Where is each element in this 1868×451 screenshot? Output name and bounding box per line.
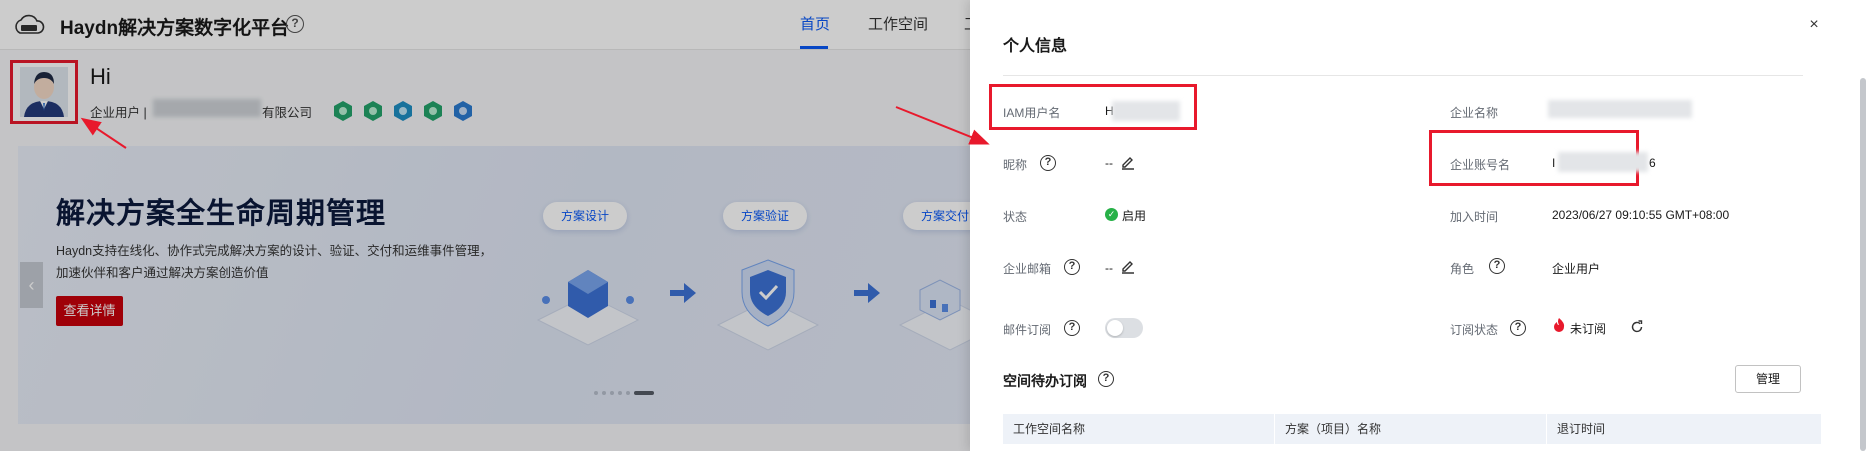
role-value: 企业用户 — [1552, 262, 1601, 276]
screen: Haydn解决方案数字化平台 ? 首页 工作空间 工 Hi 企业用户 | 有限公… — [0, 0, 1868, 451]
column-header-workspace: 工作空间名称 — [1003, 414, 1275, 444]
manage-button[interactable]: 管理 — [1735, 365, 1801, 393]
status-value: 启用 — [1122, 209, 1147, 223]
company-account-prefix: I — [1552, 156, 1556, 170]
column-header-solution: 方案（项目）名称 — [1275, 414, 1547, 444]
close-icon[interactable]: × — [1805, 16, 1823, 34]
nickname-label: 昵称 — [1003, 158, 1028, 172]
subscription-table-header: 工作空间名称 方案（项目）名称 退订时间 — [1003, 414, 1821, 444]
mail-subscription-label: 邮件订阅 — [1003, 323, 1052, 337]
subscription-status-label: 订阅状态 — [1450, 323, 1499, 337]
mail-subscription-help-icon[interactable]: ? — [1064, 320, 1080, 336]
mail-subscription-toggle[interactable] — [1105, 318, 1143, 338]
company-name-label: 企业名称 — [1450, 106, 1499, 120]
company-account-label: 企业账号名 — [1450, 158, 1511, 172]
subscription-status-help-icon[interactable]: ? — [1510, 320, 1526, 336]
iam-user-label: IAM用户名 — [1003, 106, 1061, 120]
space-subscription-help-icon[interactable]: ? — [1098, 371, 1114, 387]
role-help-icon[interactable]: ? — [1489, 258, 1505, 274]
company-account-suffix: 6 — [1649, 156, 1656, 170]
check-circle-icon: ✓ — [1105, 208, 1118, 221]
redacted-company-name — [1548, 100, 1692, 118]
nickname-value: -- — [1105, 156, 1113, 170]
join-time-value: 2023/06/27 09:10:55 GMT+08:00 — [1552, 208, 1730, 222]
refresh-icon[interactable] — [1630, 320, 1644, 334]
column-header-unsubscribe-time: 退订时间 — [1557, 422, 1606, 436]
edit-icon[interactable] — [1120, 258, 1136, 274]
drawer-scrollbar[interactable] — [1860, 78, 1866, 451]
drawer-title: 个人信息 — [1003, 38, 1068, 55]
edit-icon[interactable] — [1120, 154, 1136, 170]
modal-overlay[interactable] — [0, 0, 970, 451]
space-todo-subscription-title: 空间待办订阅 — [1003, 373, 1087, 389]
toggle-knob — [1107, 320, 1123, 336]
subscription-status-value: 未订阅 — [1570, 322, 1607, 336]
status-label: 状态 — [1003, 210, 1028, 224]
redacted-iam-user — [1112, 101, 1180, 121]
join-time-label: 加入时间 — [1450, 210, 1499, 224]
role-label: 角色 — [1450, 262, 1475, 276]
email-help-icon[interactable]: ? — [1064, 259, 1080, 275]
redacted-company-account — [1558, 152, 1648, 172]
email-label: 企业邮箱 — [1003, 262, 1052, 276]
personal-info-drawer: 个人信息 × IAM用户名 H 昵称 ? -- 状态 ✓ 启用 企业邮箱 ? -… — [970, 0, 1868, 451]
email-value: -- — [1105, 261, 1113, 275]
unsubscribed-flame-icon — [1554, 318, 1565, 332]
nickname-help-icon[interactable]: ? — [1040, 155, 1056, 171]
divider — [1003, 75, 1803, 76]
